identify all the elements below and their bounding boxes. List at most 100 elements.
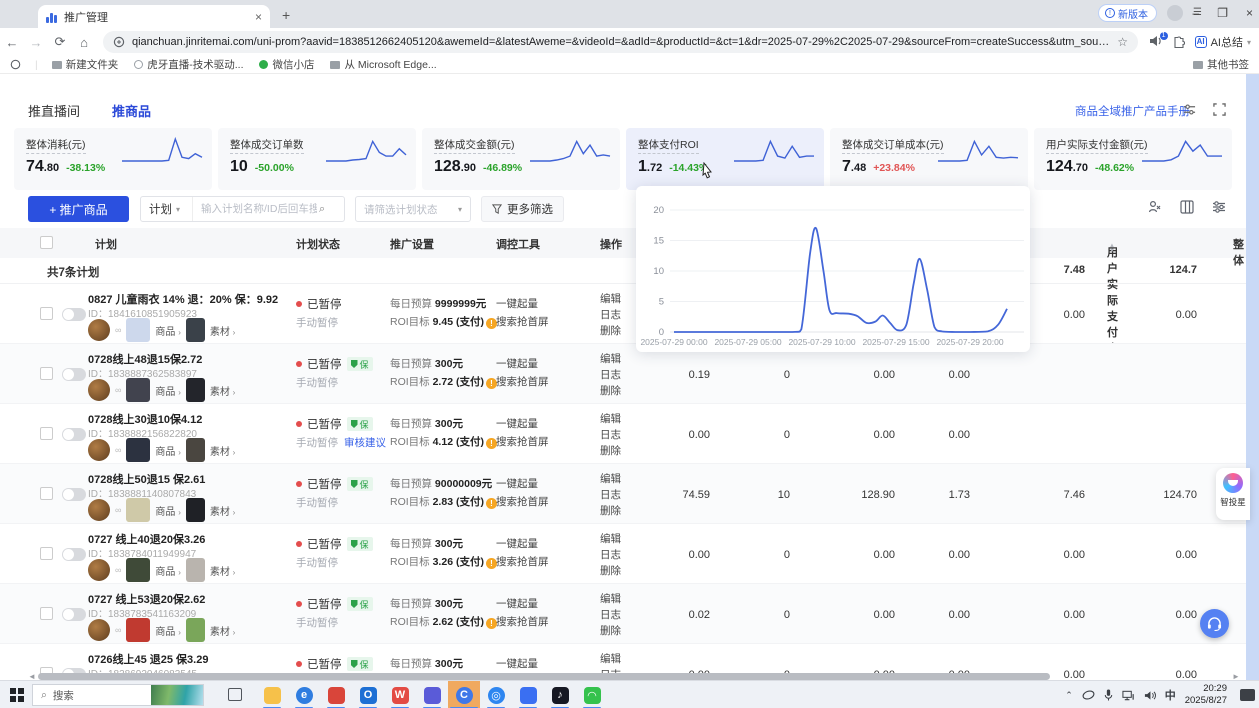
site-permissions-icon[interactable]: [113, 36, 125, 48]
product-manual-link[interactable]: 商品全域推广产品手册: [1075, 103, 1190, 119]
search-highlight-image[interactable]: [151, 684, 203, 706]
row-checkbox[interactable]: [40, 367, 53, 380]
taskbar-clock[interactable]: 20:29 2025/8/27: [1185, 683, 1227, 707]
row-toggle-switch[interactable]: [62, 308, 86, 321]
edit-link[interactable]: 编辑: [600, 471, 621, 486]
log-link[interactable]: 日志: [600, 607, 621, 622]
edit-link[interactable]: 编辑: [600, 411, 621, 426]
notification-center-icon[interactable]: [1240, 689, 1255, 701]
row-checkbox[interactable]: [40, 487, 53, 500]
col-plan[interactable]: 计划: [95, 236, 117, 252]
scroll-right-icon[interactable]: ►: [1232, 672, 1240, 681]
stat-card[interactable]: 整体消耗(元) 74.80 -38.13%: [14, 128, 212, 190]
product-thumbnail[interactable]: [126, 438, 150, 462]
row-checkbox[interactable]: [40, 427, 53, 440]
product-thumbnail[interactable]: [126, 498, 150, 522]
url-bar[interactable]: qianchuan.jinritemai.com/uni-prom?aavid=…: [103, 31, 1138, 53]
window-minimize-button[interactable]: –: [1193, 6, 1200, 20]
bookmark-star-icon[interactable]: ☆: [1117, 35, 1128, 49]
log-link[interactable]: 日志: [600, 487, 621, 502]
delete-link[interactable]: 删除: [600, 503, 621, 518]
extensions-icon[interactable]: [1173, 36, 1185, 49]
edit-link[interactable]: 编辑: [600, 291, 621, 306]
campaign-row[interactable]: 0728线上48退15保2.72 ID：1838887362583897 ∞ 商…: [0, 344, 1246, 404]
col-settings[interactable]: 推广设置: [390, 236, 434, 252]
scrollbar-thumb[interactable]: [38, 673, 1050, 680]
browser-profile-avatar[interactable]: [1167, 5, 1183, 21]
delete-link[interactable]: 删除: [600, 383, 621, 398]
product-link[interactable]: 商品 ›: [155, 383, 180, 398]
reload-icon[interactable]: ⟳: [48, 34, 72, 50]
url-text[interactable]: qianchuan.jinritemai.com/uni-prom?aavid=…: [132, 36, 1110, 48]
browser-tab[interactable]: 推广管理 ×: [38, 5, 270, 28]
help-float-button[interactable]: [1200, 609, 1229, 638]
edit-link[interactable]: 编辑: [600, 591, 621, 606]
new-version-button[interactable]: !新版本: [1098, 4, 1157, 22]
review-suggestion-link[interactable]: 审核建议: [344, 437, 386, 449]
stat-card[interactable]: 整体支付ROI 1.72 -14.43%: [626, 128, 824, 190]
fullscreen-icon[interactable]: [1213, 103, 1226, 116]
zhitouxing-widget[interactable]: 智投星: [1216, 468, 1250, 520]
ai-summary-button[interactable]: AI AI总结 ▾: [1195, 34, 1251, 50]
campaign-row[interactable]: 0827 儿童雨衣 14% 退：20% 保：9.92 ID：1841610851…: [0, 284, 1246, 344]
delete-link[interactable]: 删除: [600, 443, 621, 458]
product-link[interactable]: 商品 ›: [155, 503, 180, 518]
material-link[interactable]: 素材 ›: [210, 323, 235, 338]
material-thumbnail[interactable]: [186, 618, 205, 642]
one-key-boost-link[interactable]: 一键起量: [496, 656, 538, 671]
red-store-app-taskbar-icon[interactable]: [320, 681, 352, 708]
row-toggle-switch[interactable]: [62, 428, 86, 441]
search-first-screen-link[interactable]: 搜索抢首屏: [496, 614, 549, 629]
new-tab-button[interactable]: +: [282, 7, 290, 23]
row-checkbox[interactable]: [40, 307, 53, 320]
row-checkbox[interactable]: [40, 547, 53, 560]
col-actions[interactable]: 操作: [600, 236, 622, 252]
tab-close-icon[interactable]: ×: [255, 10, 262, 24]
product-thumbnail[interactable]: [126, 558, 150, 582]
search-icon[interactable]: ⌕: [319, 203, 325, 216]
purple-docs-app-taskbar-icon[interactable]: [416, 681, 448, 708]
material-link[interactable]: 素材 ›: [210, 503, 235, 518]
one-key-boost-link[interactable]: 一键起量: [496, 416, 538, 431]
search-first-screen-link[interactable]: 搜索抢首屏: [496, 374, 549, 389]
horizontal-scrollbar[interactable]: ◄ ►: [28, 672, 1240, 680]
tab-product[interactable]: 推商品: [112, 101, 151, 120]
filter-settings-icon[interactable]: [1212, 200, 1226, 214]
log-link[interactable]: 日志: [600, 367, 621, 382]
share-column-icon[interactable]: [1148, 200, 1162, 214]
wps-office-taskbar-icon[interactable]: W: [384, 681, 416, 708]
campaign-row[interactable]: 0727 线上53退20保2.62 ID：1838783541163209 ∞ …: [0, 584, 1246, 644]
promote-product-button[interactable]: + 推广商品: [28, 196, 129, 222]
material-link[interactable]: 素材 ›: [210, 443, 235, 458]
stat-card[interactable]: 整体成交金额(元) 128.90 -46.89%: [422, 128, 620, 190]
material-thumbnail[interactable]: [186, 498, 205, 522]
sidebar-toggle-icon[interactable]: [10, 59, 21, 70]
plan-status-select[interactable]: 请筛选计划状态 ▾: [355, 196, 471, 222]
outlook-taskbar-icon[interactable]: O: [352, 681, 384, 708]
stat-card[interactable]: 整体成交订单成本(元) 7.48 +23.84%: [830, 128, 1028, 190]
search-first-screen-link[interactable]: 搜索抢首屏: [496, 494, 549, 509]
douyin-taskbar-icon[interactable]: ♪: [544, 681, 576, 708]
col-tools[interactable]: 调控工具: [496, 236, 540, 252]
mouse-device-icon[interactable]: [1082, 690, 1095, 700]
material-thumbnail[interactable]: [186, 558, 205, 582]
media-control-icon[interactable]: 1: [1149, 35, 1163, 50]
stat-card[interactable]: 用户实际支付金额(元) 124.70 -48.62%: [1034, 128, 1232, 190]
task-view-button[interactable]: [228, 688, 242, 701]
campaign-row[interactable]: 0728线上30退10保4.12 ID：1838882156822820 ∞ 商…: [0, 404, 1246, 464]
more-filter-button[interactable]: 更多筛选: [481, 196, 564, 222]
one-key-boost-link[interactable]: 一键起量: [496, 296, 538, 311]
product-link[interactable]: 商品 ›: [155, 323, 180, 338]
taskbar-search-box[interactable]: ⌕ 搜索: [32, 684, 204, 706]
row-toggle-switch[interactable]: [62, 608, 86, 621]
log-link[interactable]: 日志: [600, 307, 621, 322]
select-all-checkbox[interactable]: [40, 236, 53, 249]
forward-icon[interactable]: →: [24, 35, 48, 50]
product-thumbnail[interactable]: [126, 618, 150, 642]
log-link[interactable]: 日志: [600, 427, 621, 442]
window-maximize-button[interactable]: ❐: [1217, 6, 1228, 20]
plan-type-select[interactable]: 计划▾: [141, 197, 193, 221]
campaign-row[interactable]: 0727 线上40退20保3.26 ID：1838784011949947 ∞ …: [0, 524, 1246, 584]
scroll-left-icon[interactable]: ◄: [28, 672, 36, 681]
start-button[interactable]: [10, 688, 24, 702]
